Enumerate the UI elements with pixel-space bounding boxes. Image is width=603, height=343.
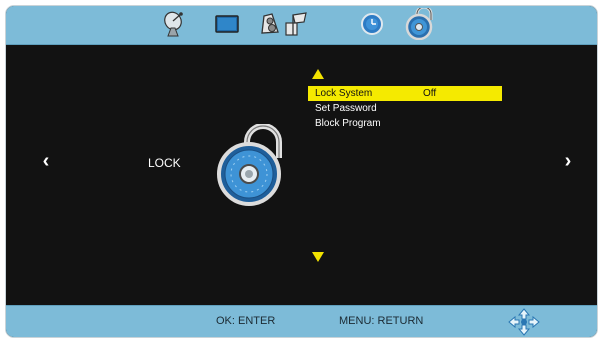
- menu-item-set-password[interactable]: Set Password: [308, 101, 502, 116]
- menu-item-label: Set Password: [315, 103, 377, 114]
- scroll-down-arrow[interactable]: [312, 252, 324, 262]
- audio-icon[interactable]: [257, 10, 285, 38]
- menu-return-hint: MENU: RETURN: [339, 315, 424, 327]
- tv-menu-screen: ‹ › LOCK Lock System Off Set Password Bl…: [6, 6, 597, 337]
- directional-pad-icon: [508, 308, 540, 336]
- settings-flag-icon[interactable]: [282, 10, 310, 38]
- previous-category-arrow[interactable]: ‹: [38, 151, 54, 171]
- menu-item-label: Lock System: [315, 88, 373, 99]
- footer-hint-bar: OK: ENTER MENU: RETURN: [6, 305, 597, 337]
- lock-icon: [217, 124, 282, 206]
- ok-enter-hint: OK: ENTER: [216, 315, 276, 327]
- menu-item-lock-system[interactable]: Lock System Off: [308, 86, 502, 101]
- clock-icon[interactable]: [358, 10, 386, 38]
- category-tab-bar: [6, 6, 597, 45]
- next-category-arrow[interactable]: ›: [560, 151, 576, 171]
- menu-item-value: Off: [423, 88, 437, 99]
- lock-icon[interactable]: [404, 7, 436, 41]
- menu-item-label: Block Program: [315, 118, 381, 129]
- scroll-up-arrow[interactable]: [312, 69, 324, 79]
- lock-menu-list: Lock System Off Set Password Block Progr…: [308, 86, 502, 131]
- satellite-dish-icon[interactable]: [161, 10, 189, 38]
- menu-item-block-program[interactable]: Block Program: [308, 116, 502, 131]
- screen-icon[interactable]: [213, 10, 241, 38]
- section-title: LOCK: [148, 156, 181, 170]
